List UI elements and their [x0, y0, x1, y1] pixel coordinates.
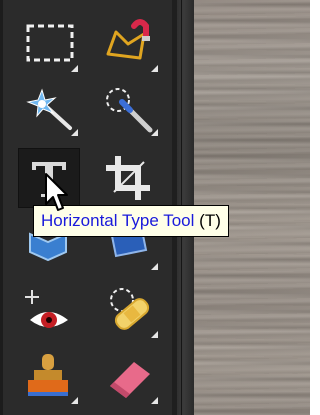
tool-group-indicator [71, 65, 78, 72]
magnetic-lasso-tool[interactable] [98, 14, 160, 74]
red-eye-icon [18, 280, 80, 340]
tool-group-indicator [151, 129, 158, 136]
toolbox-edge [0, 0, 3, 415]
crop-tool-icon [98, 148, 160, 208]
eraser-tool[interactable] [98, 346, 160, 406]
magic-wand-tool[interactable] [18, 78, 80, 138]
rectangular-marquee-tool[interactable] [18, 14, 80, 74]
tool-group-indicator [151, 65, 158, 72]
tool-group-indicator [71, 129, 78, 136]
editor-window-crop: Horizontal Type Tool (T) [0, 0, 310, 415]
tooltip-shortcut: (T) [199, 211, 221, 230]
mouse-pointer-icon [44, 172, 70, 214]
clone-stamp-tool[interactable] [18, 346, 80, 406]
tool-group-indicator [71, 397, 78, 404]
red-eye-removal-tool[interactable] [18, 280, 80, 340]
spot-healing-brush-tool[interactable] [98, 280, 160, 340]
crop-tool[interactable] [98, 148, 160, 208]
quick-selection-tool[interactable] [98, 78, 160, 138]
tool-group-indicator [151, 263, 158, 270]
tool-group-indicator [151, 397, 158, 404]
tool-group-indicator [151, 331, 158, 338]
